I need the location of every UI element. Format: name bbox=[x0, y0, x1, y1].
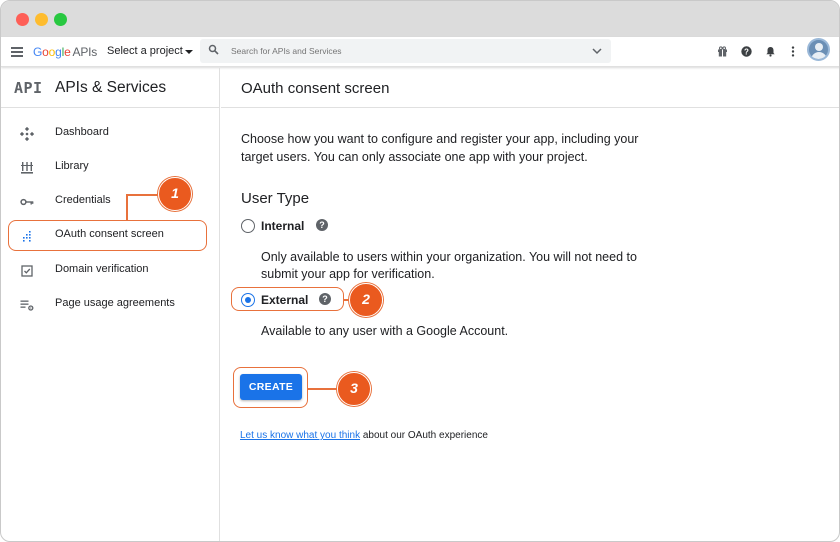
search-input[interactable]: Search for APIs and Services bbox=[200, 39, 611, 63]
more-vert-icon[interactable] bbox=[790, 46, 796, 57]
sidebar-item-label: Dashboard bbox=[55, 126, 109, 138]
external-description: Available to any user with a Google Acco… bbox=[261, 324, 509, 338]
sidebar-header: API APIs & Services bbox=[1, 68, 220, 108]
sidebar-item-label: Page usage agreements bbox=[55, 297, 175, 309]
sidebar-item-label: Credentials bbox=[55, 194, 111, 206]
chevron-down-icon[interactable] bbox=[591, 46, 603, 56]
feedback-suffix: about our OAuth experience bbox=[360, 430, 488, 441]
browser-window: Google APIs Select a project Search for A… bbox=[0, 0, 840, 542]
checkbox-icon bbox=[21, 265, 33, 277]
sidebar: API APIs & Services Dashboard Library Cr… bbox=[1, 68, 220, 541]
search-icon bbox=[208, 44, 219, 55]
highlight-external-option bbox=[231, 287, 344, 311]
highlight-create-button bbox=[233, 367, 308, 408]
minimize-window-button[interactable] bbox=[35, 13, 48, 26]
user-type-heading: User Type bbox=[241, 190, 310, 207]
sidebar-item-label: Library bbox=[55, 160, 89, 172]
svg-text:?: ? bbox=[744, 48, 749, 57]
feedback-link[interactable]: Let us know what you think bbox=[240, 430, 360, 441]
main-header: OAuth consent screen bbox=[221, 68, 839, 108]
gift-icon[interactable] bbox=[717, 46, 728, 57]
library-icon bbox=[21, 162, 33, 174]
connector-line bbox=[308, 388, 338, 390]
close-window-button[interactable] bbox=[16, 13, 29, 26]
intro-text: Choose how you want to configure and reg… bbox=[241, 132, 639, 164]
dashboard-icon bbox=[20, 127, 34, 141]
sidebar-item-dashboard[interactable]: Dashboard bbox=[1, 116, 219, 150]
connector-line bbox=[126, 194, 159, 196]
sidebar-item-page-usage-agreements[interactable]: Page usage agreements bbox=[1, 287, 219, 321]
search-placeholder: Search for APIs and Services bbox=[231, 46, 342, 56]
connector-line bbox=[126, 194, 128, 220]
sidebar-item-label: Domain verification bbox=[55, 263, 149, 275]
console-topbar: Google APIs Select a project Search for A… bbox=[1, 37, 839, 67]
maximize-window-button[interactable] bbox=[54, 13, 67, 26]
step-badge-3: 3 bbox=[337, 372, 371, 406]
internal-radio[interactable] bbox=[241, 219, 255, 233]
key-icon bbox=[20, 198, 34, 206]
project-selector[interactable]: Select a project bbox=[107, 45, 183, 57]
sidebar-item-domain-verification[interactable]: Domain verification bbox=[1, 253, 219, 287]
feedback-text: Let us know what you think about our OAu… bbox=[240, 430, 488, 441]
google-apis-logo[interactable]: Google APIs bbox=[33, 45, 97, 59]
help-icon[interactable]: ? bbox=[741, 46, 752, 57]
account-avatar[interactable] bbox=[807, 38, 830, 61]
caret-down-icon[interactable] bbox=[185, 50, 193, 54]
api-logo-icon: API bbox=[14, 79, 43, 97]
step-badge-1: 1 bbox=[158, 177, 192, 211]
window-titlebar bbox=[1, 1, 839, 37]
hamburger-menu-icon[interactable] bbox=[11, 47, 23, 57]
page-title: OAuth consent screen bbox=[241, 80, 390, 97]
help-icon[interactable]: ? bbox=[316, 219, 328, 231]
highlight-oauth-item bbox=[8, 220, 207, 251]
sidebar-item-library[interactable]: Library bbox=[1, 150, 219, 184]
notifications-bell-icon[interactable] bbox=[765, 46, 776, 57]
settings-list-icon bbox=[20, 300, 34, 311]
sidebar-title: APIs & Services bbox=[55, 79, 167, 96]
step-badge-2: 2 bbox=[349, 283, 383, 317]
internal-label[interactable]: Internal bbox=[261, 219, 304, 233]
internal-description: Only available to users within your orga… bbox=[261, 250, 637, 281]
